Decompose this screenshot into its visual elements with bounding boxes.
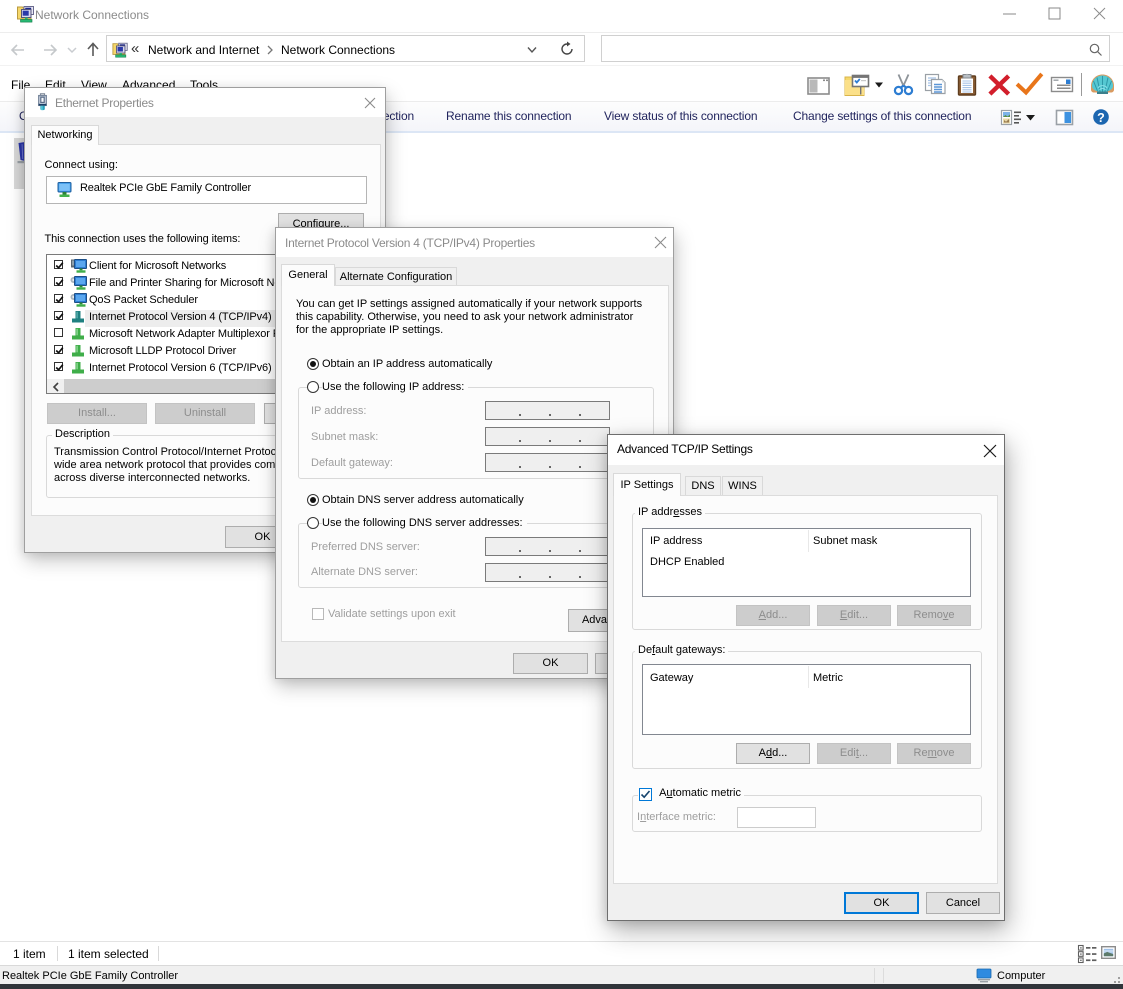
svg-text:?: ? xyxy=(1097,111,1105,125)
